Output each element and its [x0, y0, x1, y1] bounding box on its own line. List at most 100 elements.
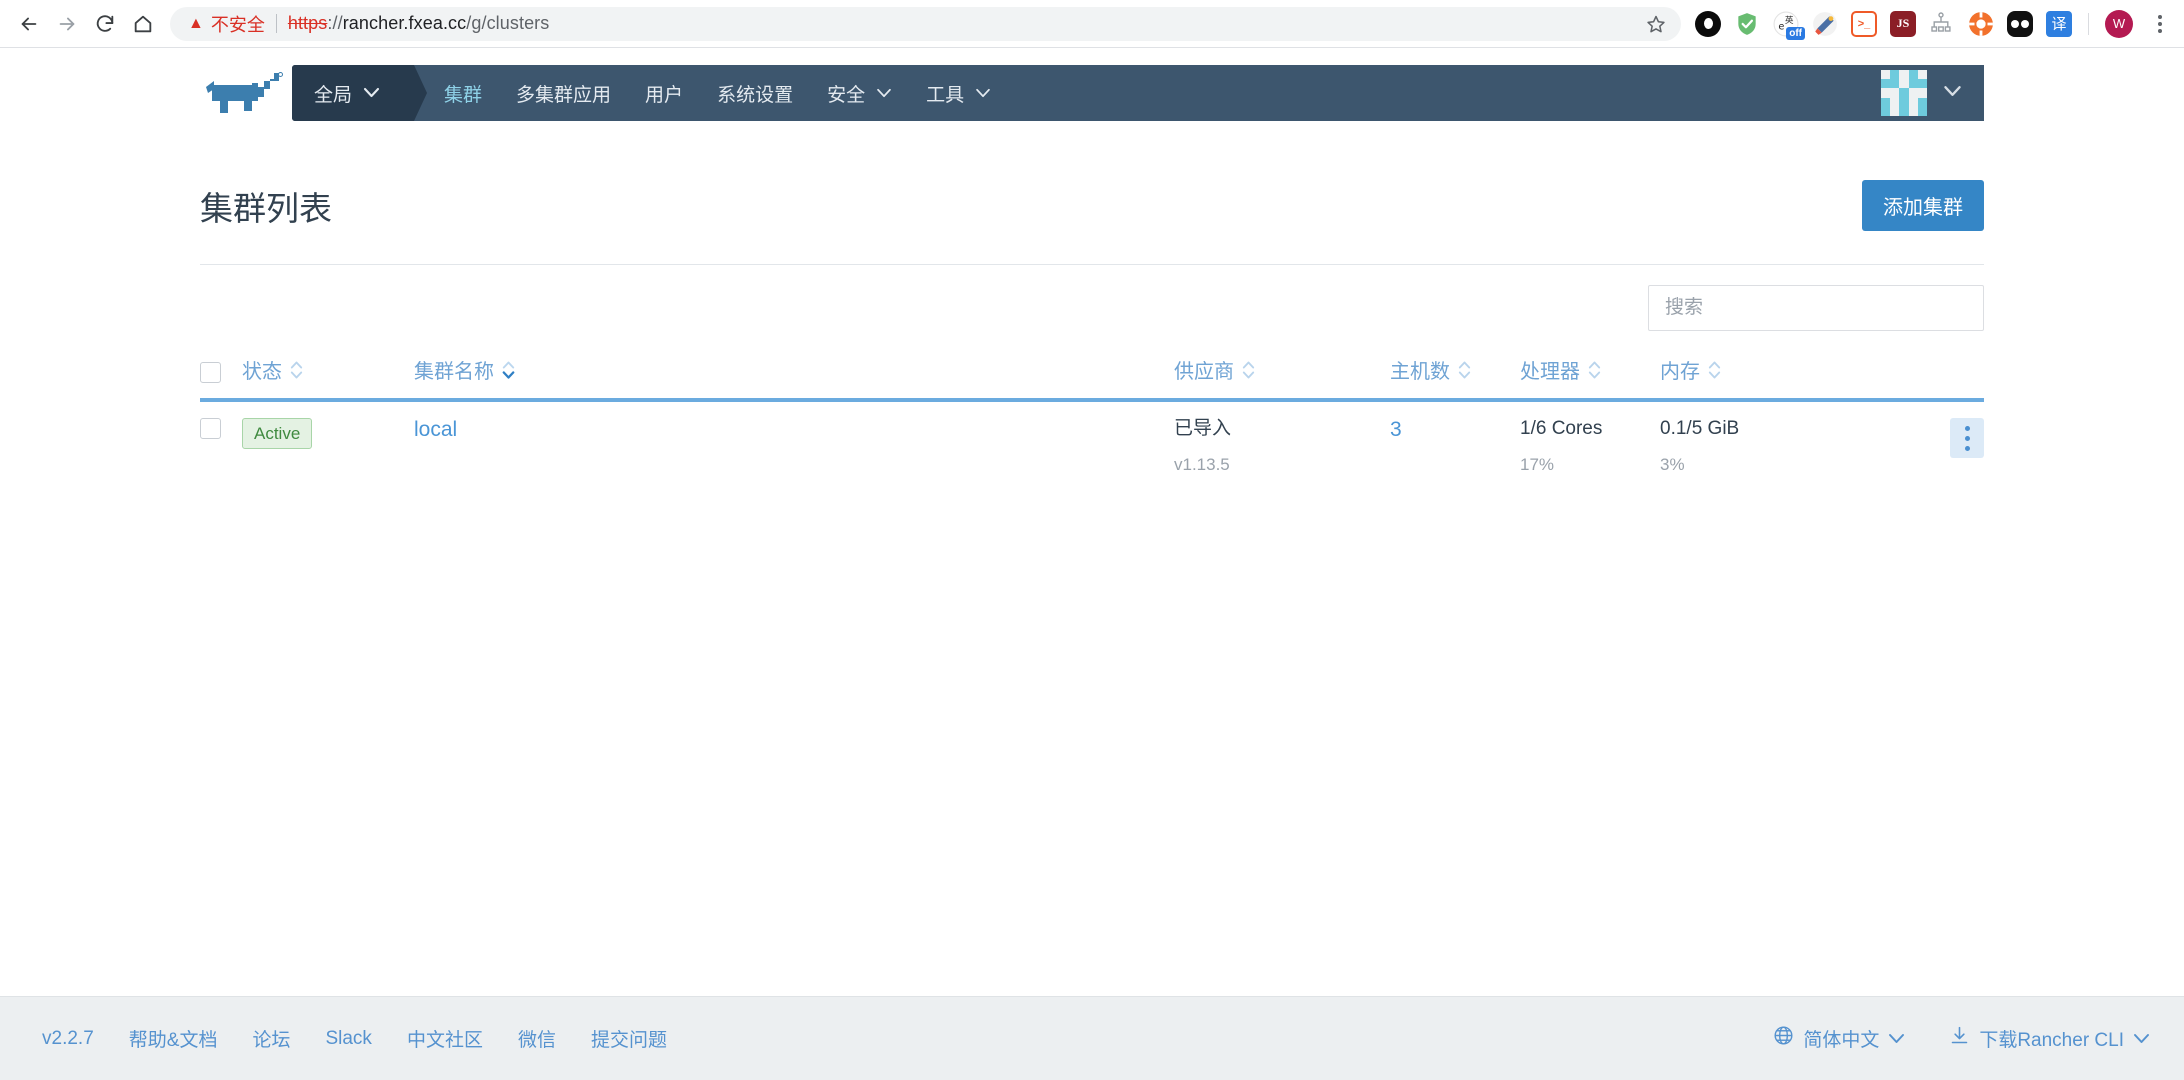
fanyi-glyph: 译: [2051, 16, 2067, 33]
cluster-name-link[interactable]: local: [414, 418, 457, 441]
column-header-cpu[interactable]: 处理器: [1520, 355, 1660, 402]
column-header-name[interactable]: 集群名称: [414, 355, 1174, 402]
select-all-checkbox[interactable]: [200, 362, 221, 384]
nav-item-label: 系统设置: [717, 84, 794, 106]
nav-item-label: 集群: [444, 84, 483, 106]
language-selector[interactable]: 简体中文: [1773, 1025, 1905, 1052]
back-arrow-icon[interactable]: [10, 5, 48, 43]
download-cli-selector[interactable]: 下载Rancher CLI: [1949, 1025, 2150, 1052]
star-icon[interactable]: [1641, 9, 1671, 39]
rancher-logo[interactable]: [200, 67, 292, 119]
address-bar[interactable]: ▲ 不安全 https://rancher.fxea.cc/g/clusters: [170, 6, 1681, 41]
footer-link-docs[interactable]: 帮助&文档: [129, 1025, 218, 1052]
insecure-warning-label: 不安全: [210, 14, 265, 35]
nav-scope-global[interactable]: 全局: [292, 65, 428, 121]
select-all-header: [200, 355, 242, 402]
column-header-status[interactable]: 状态: [242, 355, 414, 402]
dot: [1964, 435, 1970, 441]
adguard-shield-icon[interactable]: [1734, 11, 1760, 37]
memory-percent: 3%: [1660, 454, 1685, 474]
url-scheme: https: [287, 13, 328, 33]
nav-item-security[interactable]: 安全: [827, 80, 892, 107]
cell-actions: [1850, 400, 1984, 497]
browser-toolbar: ▲ 不安全 https://rancher.fxea.cc/g/clusters…: [0, 0, 2184, 48]
cpu-value: 1/6 Cores: [1520, 418, 1603, 439]
column-header-memory[interactable]: 内存: [1660, 355, 1850, 402]
footer-link-forum[interactable]: 论坛: [252, 1025, 290, 1052]
globe-icon: [1773, 1025, 1794, 1052]
nav-item-clusters[interactable]: 集群: [444, 80, 482, 107]
chevron-down-icon[interactable]: [1943, 84, 1962, 102]
chevron-down-icon: [975, 82, 991, 104]
table-header: 状态 集群名称 供应商 主机数 处理器 内存: [200, 355, 1984, 402]
forward-arrow-icon[interactable]: [48, 5, 86, 43]
cell-hosts: 3: [1390, 400, 1520, 497]
firework-extension-icon[interactable]: [1812, 11, 1838, 37]
row-checkbox[interactable]: [200, 418, 221, 440]
kebab-menu-icon[interactable]: [2146, 14, 2174, 33]
nav-item-label: 安全: [827, 84, 866, 106]
column-header-provider[interactable]: 供应商: [1174, 355, 1390, 402]
home-icon[interactable]: [124, 5, 162, 43]
nav-item-label: 工具: [926, 84, 965, 106]
search-row: [200, 285, 1984, 331]
toolbar-divider: [2088, 12, 2089, 35]
nav-item-settings[interactable]: 系统设置: [717, 80, 793, 107]
sort-icon: [1588, 361, 1601, 379]
add-cluster-button[interactable]: 添加集群: [1862, 180, 1984, 231]
dot: [1964, 445, 1970, 451]
table-header-row: 状态 集群名称 供应商 主机数 处理器 内存: [200, 355, 1984, 402]
cell-memory: 0.1/5 GiB 3%: [1660, 400, 1850, 497]
nav-item-tools[interactable]: 工具: [926, 80, 991, 107]
header-divider: [200, 264, 1984, 265]
page-footer: v2.2.7 帮助&文档 论坛 Slack 中文社区 微信 提交问题 简体中文 …: [0, 996, 2184, 1080]
sort-icon: [290, 361, 303, 379]
user-identicon[interactable]: [1881, 70, 1927, 116]
provider-value: 已导入: [1174, 418, 1232, 439]
row-select-cell: [200, 400, 242, 497]
clusters-table: 状态 集群名称 供应商 主机数 处理器 内存 Active local 已导入 …: [200, 355, 1984, 497]
language-label: 简体中文: [1803, 1030, 1880, 1051]
sitemap-extension-icon[interactable]: [1929, 11, 1955, 37]
status-badge: Active: [242, 418, 313, 450]
column-label: 集群名称: [414, 361, 494, 383]
lifebuoy-extension-icon[interactable]: [1968, 11, 1994, 37]
terminal-glyph: >_: [1857, 17, 1871, 30]
footer-link-submit-issue[interactable]: 提交问题: [591, 1025, 667, 1052]
hosts-count-link[interactable]: 3: [1390, 418, 1402, 441]
footer-link-slack[interactable]: Slack: [325, 1028, 371, 1050]
download-icon: [1949, 1025, 1970, 1052]
table-body: Active local 已导入 v1.13.5 3 1/6 Cores 17%: [200, 400, 1984, 497]
row-actions-menu-button[interactable]: [1950, 418, 1984, 458]
sort-icon: [1458, 361, 1471, 379]
svg-text:e: e: [1778, 21, 1784, 32]
chevron-down-icon: [363, 82, 380, 104]
nav-item-label: 用户: [645, 84, 684, 106]
panda-extension-icon[interactable]: [2007, 10, 2033, 37]
terminal-extension-icon[interactable]: >_: [1851, 10, 1877, 37]
header-user-area: [1881, 65, 1984, 121]
browser-profile-avatar[interactable]: W: [2105, 9, 2133, 38]
table-row[interactable]: Active local 已导入 v1.13.5 3 1/6 Cores 17%: [200, 400, 1984, 497]
nav-item-users[interactable]: 用户: [645, 80, 683, 107]
column-label: 内存: [1660, 361, 1700, 383]
translate-toggle-icon[interactable]: e英 off: [1773, 11, 1805, 40]
footer-links: v2.2.7 帮助&文档 论坛 Slack 中文社区 微信 提交问题: [42, 1025, 667, 1052]
column-label: 供应商: [1174, 361, 1234, 383]
fanyi-translate-icon[interactable]: 译: [2046, 10, 2072, 37]
search-input[interactable]: [1648, 285, 1984, 331]
url-host: rancher.fxea.cc: [342, 13, 467, 33]
column-label: 处理器: [1520, 361, 1580, 383]
footer-version[interactable]: v2.2.7: [42, 1028, 94, 1050]
chevron-down-icon: [2133, 1028, 2150, 1050]
rancher-navbar: 全局 集群 多集群应用 用户 系统设置 安全 工具: [292, 65, 1984, 121]
javascript-extension-icon[interactable]: JS: [1890, 10, 1916, 37]
nav-item-multicluster-apps[interactable]: 多集群应用: [516, 80, 611, 107]
footer-link-chinese-community[interactable]: 中文社区: [407, 1025, 483, 1052]
column-label: 主机数: [1390, 361, 1450, 383]
page-title: 集群列表: [200, 189, 332, 227]
opera-extension-icon[interactable]: [1695, 10, 1721, 37]
reload-icon[interactable]: [86, 5, 124, 43]
footer-link-wechat[interactable]: 微信: [518, 1025, 556, 1052]
column-header-hosts[interactable]: 主机数: [1390, 355, 1520, 402]
